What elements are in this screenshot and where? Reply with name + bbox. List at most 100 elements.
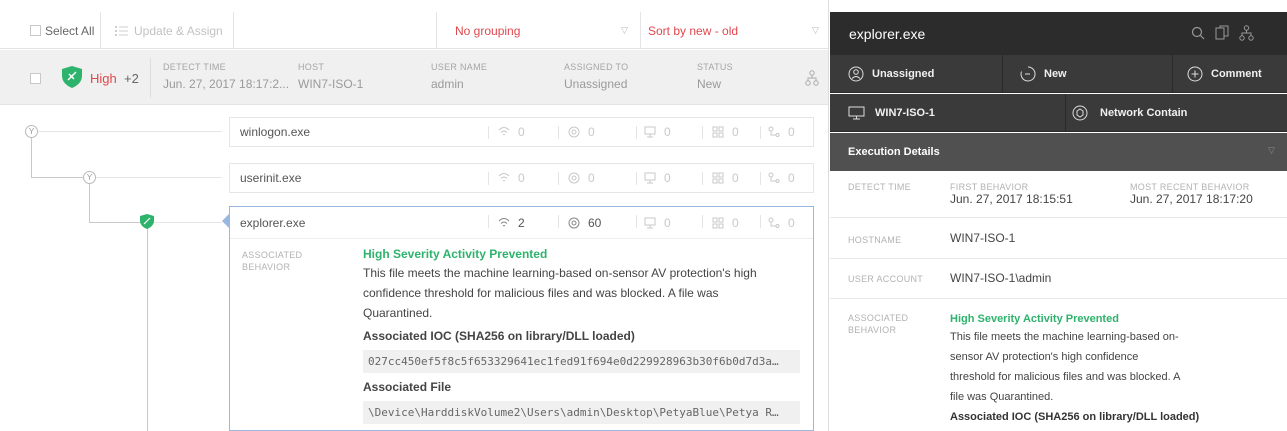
- detect-time-header: DETECT TIME: [163, 62, 226, 72]
- count: 0: [788, 171, 795, 185]
- hostname-label: HOSTNAME: [848, 235, 902, 245]
- host-header: HOST: [298, 62, 325, 72]
- ioc-hash-value[interactable]: 027cc450ef5f8c5f653329641ec1fed91f694e0d…: [363, 350, 800, 373]
- count: 0: [588, 171, 595, 185]
- process-tree-icon[interactable]: [805, 70, 819, 86]
- shield-icon[interactable]: [140, 214, 154, 229]
- network-icon: [498, 127, 510, 136]
- host-value: WIN7-ISO-1: [298, 77, 364, 91]
- tree-node-icon[interactable]: Y: [25, 125, 38, 138]
- user-account-value: WIN7-ISO-1\admin: [950, 271, 1052, 285]
- host-column: HOST WIN7-ISO-1: [298, 62, 363, 91]
- description-line: confidence threshold for malicious files…: [363, 286, 719, 300]
- detection-row[interactable]: High +2 DETECT TIME Jun. 27, 2017 18:17:…: [0, 50, 828, 105]
- row-checkbox[interactable]: [30, 73, 41, 84]
- dns-icon: [568, 172, 580, 184]
- status-circle-icon: [1020, 66, 1036, 82]
- assigned-column: ASSIGNED TO Unassigned: [564, 62, 629, 91]
- description-line: file was Quarantined.: [950, 391, 1054, 403]
- user-name-header: USER NAME: [431, 62, 488, 72]
- registry-count: 0: [768, 164, 795, 192]
- host-label: WIN7-ISO-1: [875, 107, 935, 119]
- description-line: This file meets the machine learning-bas…: [950, 331, 1179, 343]
- description-line: This file meets the machine learning-bas…: [363, 266, 757, 280]
- network-count[interactable]: 2: [498, 209, 525, 237]
- disk-icon: [644, 217, 656, 229]
- disk-count: 0: [644, 118, 671, 146]
- chevron-down-icon: ▽: [621, 25, 628, 35]
- status-label: New: [1044, 68, 1067, 80]
- count: 2: [518, 216, 525, 230]
- file-path-value[interactable]: \Device\HarddiskVolume2\Users\admin\Desk…: [363, 401, 800, 424]
- dns-icon: [568, 126, 580, 138]
- network-count: 0: [498, 118, 525, 146]
- network-count: 0: [498, 164, 525, 192]
- process-row-explorer[interactable]: explorer.exe 2 60 0 0 0 ASSOCIATED BEHAV…: [229, 206, 814, 431]
- search-icon[interactable]: [1191, 26, 1205, 40]
- registry-icon: [768, 217, 780, 228]
- user-account-section: USER ACCOUNT WIN7-ISO-1\admin: [830, 259, 1287, 299]
- host-row: WIN7-ISO-1 Network Contain: [830, 94, 1287, 132]
- grouping-select[interactable]: No grouping ▽: [455, 12, 640, 49]
- network-contain-button[interactable]: Network Contain: [1072, 94, 1187, 132]
- plus-circle-icon: [1187, 66, 1203, 82]
- checkbox-icon[interactable]: [30, 25, 41, 36]
- divider: [760, 126, 761, 139]
- pointer-arrow: [222, 214, 229, 228]
- count: 0: [664, 171, 671, 185]
- divider: [488, 215, 489, 228]
- update-assign-button[interactable]: Update & Assign: [115, 12, 223, 49]
- count: 0: [788, 125, 795, 139]
- status-column: STATUS New: [697, 62, 733, 91]
- copy-icon[interactable]: [1215, 25, 1229, 40]
- divider: [636, 172, 637, 185]
- process-name: userinit.exe: [240, 171, 302, 185]
- count: 60: [588, 216, 602, 230]
- count: 0: [732, 216, 739, 230]
- process-tree-icon[interactable]: [1239, 25, 1254, 41]
- file-label: Associated File: [363, 380, 452, 394]
- count: 0: [732, 125, 739, 139]
- process-row-userinit[interactable]: userinit.exe 0 0 0 0 0: [229, 163, 814, 193]
- process-row-winlogon[interactable]: winlogon.exe 0 0 0 0 0: [229, 117, 814, 147]
- divider: [702, 215, 703, 228]
- toolbar: Select All Update & Assign No grouping ▽…: [0, 12, 828, 49]
- first-behavior-value: Jun. 27, 2017 18:15:51: [950, 192, 1073, 206]
- detect-time-value: Jun. 27, 2017 18:17:2...: [163, 77, 290, 91]
- tree-connector: [95, 177, 222, 178]
- assign-button[interactable]: Unassigned: [848, 55, 934, 93]
- detections-pane: Select All Update & Assign No grouping ▽…: [0, 0, 829, 431]
- select-all-checkbox[interactable]: Select All: [30, 12, 94, 49]
- dns-count: 0: [568, 118, 595, 146]
- file-icon: [712, 126, 724, 138]
- registry-count: 0: [768, 209, 795, 237]
- host-button[interactable]: WIN7-ISO-1: [848, 94, 935, 132]
- recent-behavior-value: Jun. 27, 2017 18:17:20: [1130, 192, 1253, 206]
- count: 0: [664, 125, 671, 139]
- divider: [558, 126, 559, 139]
- registry-count: 0: [768, 118, 795, 146]
- dns-icon: [568, 217, 580, 229]
- behavior-details: High Severity Activity Prevented This fi…: [950, 311, 1280, 427]
- label-line: BEHAVIOR: [848, 325, 897, 335]
- dns-count[interactable]: 60: [568, 209, 601, 237]
- chevron-down-icon[interactable]: ▽: [1268, 145, 1275, 156]
- status-button[interactable]: New: [1020, 55, 1067, 93]
- behavior-title: High Severity Activity Prevented: [950, 313, 1119, 325]
- execution-details-header[interactable]: Execution Details ▽: [830, 133, 1287, 171]
- tree-line: [31, 177, 83, 178]
- tree-line: [31, 137, 32, 177]
- tree-node-icon[interactable]: Y: [83, 171, 96, 184]
- registry-icon: [768, 172, 780, 183]
- user-icon: [848, 66, 864, 82]
- assigned-to-value: Unassigned: [564, 77, 628, 91]
- divider: [558, 215, 559, 228]
- details-panel: explorer.exe Unassigned New Comment WIN7…: [830, 0, 1287, 431]
- comment-button[interactable]: Comment: [1187, 55, 1262, 93]
- count: 0: [588, 125, 595, 139]
- assigned-to-header: ASSIGNED TO: [564, 62, 629, 72]
- description-line: threshold for malicious files and was bl…: [950, 371, 1181, 383]
- process-header[interactable]: explorer.exe 2 60 0 0 0: [230, 207, 813, 239]
- process-name: winlogon.exe: [240, 125, 311, 139]
- sort-select[interactable]: Sort by new - old ▽: [648, 12, 828, 49]
